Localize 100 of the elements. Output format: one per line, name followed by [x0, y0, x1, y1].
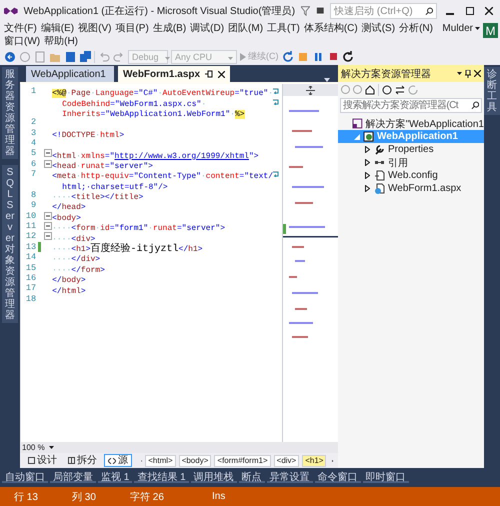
- status-text: 列 30: [72, 490, 97, 504]
- document-tab[interactable]: WebForm1.aspx: [118, 66, 230, 82]
- view-tab[interactable]: 设计: [24, 454, 61, 467]
- pin-icon: [205, 70, 214, 78]
- menu-item[interactable]: 项目(P): [113, 22, 151, 35]
- code-line: </head>: [52, 202, 86, 210]
- breadcrumb-item[interactable]: <html>: [145, 454, 176, 466]
- project-icon: [363, 131, 374, 142]
- collapse-icon[interactable]: [44, 160, 52, 168]
- tool-window-tab[interactable]: 即时窗口: [362, 468, 409, 483]
- tool-window-tab[interactable]: 查找结果 1: [134, 468, 189, 483]
- line-number: 9: [30, 200, 36, 211]
- redo-icon: [113, 50, 125, 64]
- tool-window-tab[interactable]: 局部变量: [50, 468, 96, 483]
- collapse-icon[interactable]: [44, 222, 52, 230]
- code-line: <html·xmlns="http://www.w3.org/1999/xhtml">: [52, 150, 259, 159]
- source-icon: [108, 458, 116, 464]
- line-number: 8: [30, 190, 36, 200]
- menu-item[interactable]: 体系结构(C): [302, 22, 360, 35]
- word-wrap-icon: [273, 88, 280, 94]
- line-number: 11: [24, 221, 36, 232]
- line-number: 15: [24, 262, 36, 274]
- side-panel-tab[interactable]: SQL Server 对象资源管理器: [2, 165, 18, 323]
- menu-item[interactable]: 文件(F): [2, 22, 39, 35]
- code-line: Inherits="WebApplication1.WebForm1"·%>: [62, 108, 245, 117]
- account-avatar[interactable]: M: [483, 23, 498, 38]
- tree-item[interactable]: Web.config: [338, 169, 484, 182]
- web-page-icon: [374, 183, 385, 194]
- line-number: 3: [30, 128, 36, 138]
- maximize-icon: [466, 7, 474, 15]
- play-icon: [240, 52, 246, 60]
- tool-window-tab[interactable]: 自动窗口: [2, 468, 48, 483]
- breadcrumb-item[interactable]: <div>: [274, 454, 300, 466]
- breadcrumb-item[interactable]: <form#form1>: [214, 454, 271, 466]
- word-wrap-icon: [273, 98, 280, 105]
- code-line: </html>: [52, 286, 86, 294]
- menu-item[interactable]: 工具(T): [265, 22, 302, 35]
- code-line: ····<h1>百度经验-itjyztl</h1>: [52, 242, 203, 252]
- menu-item[interactable]: 测试(S): [360, 22, 398, 35]
- tree-item[interactable]: WebForm1.aspx: [338, 182, 484, 195]
- tool-window-tab[interactable]: 命令窗口: [314, 468, 361, 483]
- collapsed-arrow-icon[interactable]: [365, 172, 370, 179]
- collapsed-arrow-icon[interactable]: [365, 159, 370, 166]
- view-tab[interactable]: 拆分: [64, 454, 101, 467]
- menu-item[interactable]: 调试(D): [188, 22, 226, 35]
- menu-item[interactable]: 窗口(W): [2, 35, 42, 48]
- code-line: ····<div>: [52, 234, 96, 242]
- breadcrumb-item[interactable]: <body>: [178, 454, 212, 466]
- menu-item[interactable]: 编辑(E): [38, 22, 76, 35]
- config-file-icon: [374, 170, 385, 181]
- tree-item[interactable]: 引用: [338, 156, 484, 169]
- line-number: 4: [30, 138, 36, 148]
- line-number: 5: [30, 148, 36, 159]
- caret-icon: [457, 72, 462, 75]
- line-number: 18: [24, 294, 36, 304]
- tool-window-tab[interactable]: 异常设置: [266, 468, 313, 483]
- tool-window-tab[interactable]: 调用堆栈: [190, 468, 237, 483]
- line-number: 7: [30, 169, 36, 180]
- undo-icon: [98, 50, 110, 64]
- split-view-icon: [68, 457, 75, 464]
- collapsed-arrow-icon[interactable]: [365, 185, 370, 192]
- filter-icon: [301, 6, 310, 16]
- expanded-arrow-icon[interactable]: [354, 134, 360, 140]
- zoom-dropdown[interactable]: 100 %: [22, 443, 54, 452]
- pin-icon: [465, 70, 471, 78]
- tree-item[interactable]: Properties: [338, 143, 484, 156]
- document-tab[interactable]: WebApplication1: [26, 66, 114, 82]
- code-line: <body>: [52, 212, 81, 221]
- caret-icon: [228, 56, 233, 60]
- collapse-icon[interactable]: [44, 212, 52, 220]
- view-tab[interactable]: 源: [104, 454, 132, 467]
- line-number: 14: [24, 252, 36, 263]
- window-title: WebApplication1 (正在运行) - Microsoft Visual Studio(管理员): [24, 4, 296, 18]
- caret-icon: [164, 56, 170, 60]
- menu-item[interactable]: 视图(V): [76, 22, 114, 35]
- caret-icon: [475, 27, 480, 30]
- collapse-icon[interactable]: [44, 149, 52, 158]
- home-icon: [365, 84, 375, 94]
- code-line: </body>: [52, 275, 86, 284]
- tree-item[interactable]: 解决方案"WebApplication1: [338, 117, 484, 130]
- menu-item[interactable]: 团队(M): [226, 22, 266, 35]
- breadcrumb-item[interactable]: <h1>: [302, 454, 326, 466]
- code-line: <!DOCTYPE·html>: [52, 130, 124, 138]
- menu-item[interactable]: 生成(B): [150, 22, 188, 35]
- menu-item[interactable]: 帮助(H): [42, 35, 80, 48]
- collapse-icon[interactable]: [44, 232, 52, 240]
- tool-window-tab[interactable]: 断点: [238, 468, 265, 483]
- menu-item[interactable]: 分析(N): [397, 22, 435, 35]
- code-line: <head·runat="server">: [52, 160, 153, 169]
- side-panel-tab[interactable]: 诊断工具: [484, 67, 500, 115]
- close-icon: [485, 7, 494, 15]
- collapsed-arrow-icon[interactable]: [365, 146, 370, 153]
- account-menu[interactable]: Mulder: [439, 22, 483, 35]
- line-number: 17: [24, 283, 36, 294]
- sync-icon: [395, 84, 405, 94]
- code-line: ····<form·id="form1"·runat="server">: [52, 223, 225, 232]
- tool-window-tab[interactable]: 监视 1: [98, 468, 132, 483]
- side-panel-tab[interactable]: 服务器资源管理器: [2, 67, 18, 159]
- line-number: 10: [24, 210, 36, 222]
- caret-icon: [48, 446, 54, 449]
